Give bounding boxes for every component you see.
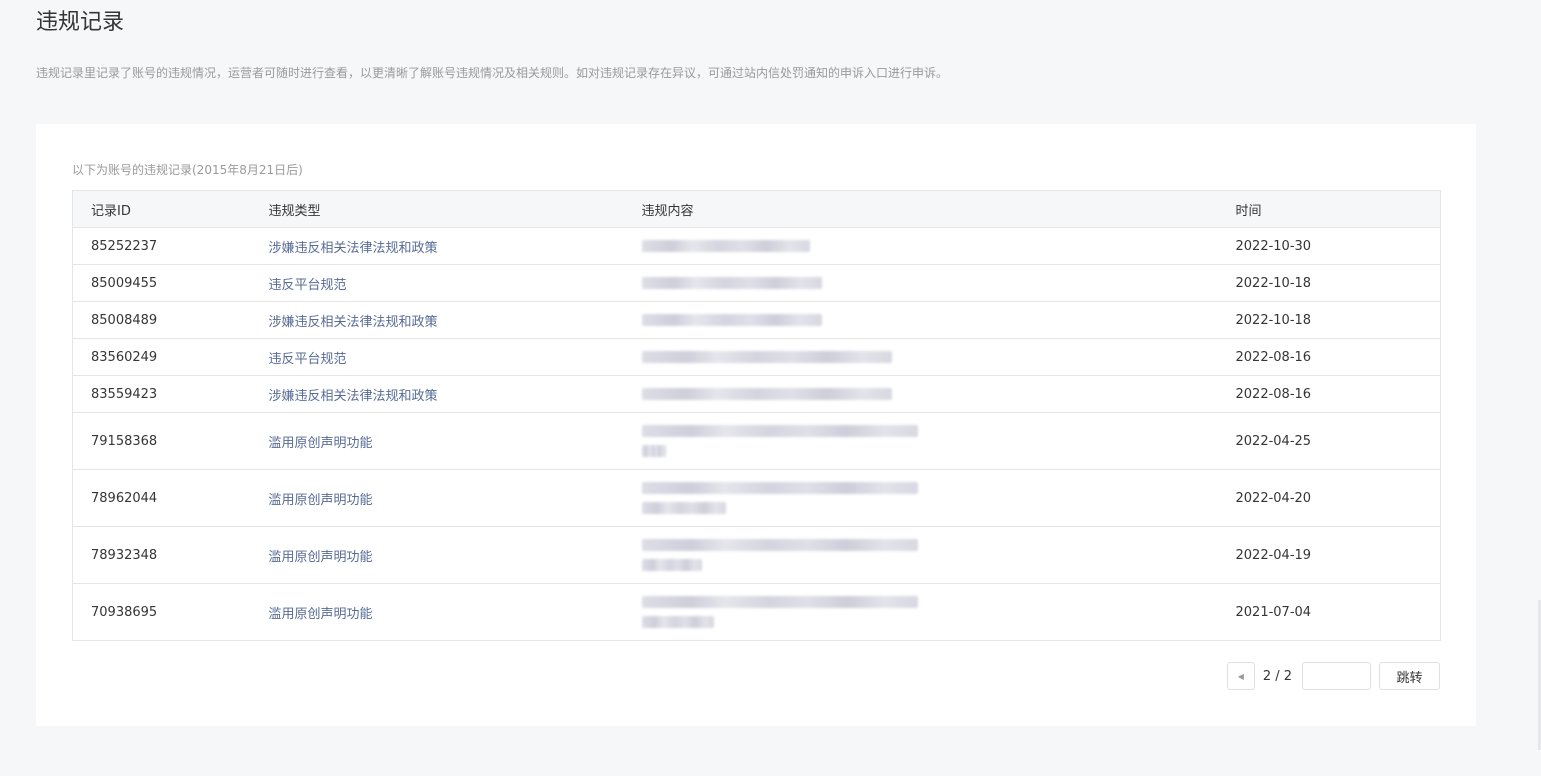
record-type: 滥用原创声明功能 <box>250 526 624 584</box>
table-row: 79158368 滥用原创声明功能 2022-04-25 <box>72 412 1441 470</box>
record-date: 2022-08-16 <box>1217 338 1441 376</box>
record-type: 涉嫌违反相关法律法规和政策 <box>250 227 624 265</box>
records-card: 以下为账号的违规记录(2015年8月21日后) 记录ID 违规类型 违规内容 时… <box>36 124 1476 726</box>
record-content-redacted <box>623 469 1218 527</box>
record-content-redacted <box>623 227 1218 265</box>
record-id: 78962044 <box>72 469 251 527</box>
record-type: 违反平台规范 <box>250 338 624 376</box>
table-row: 85252237 涉嫌违反相关法律法规和政策 2022-10-30 <box>72 227 1441 265</box>
record-date: 2022-04-20 <box>1217 469 1441 527</box>
record-id: 79158368 <box>72 412 251 470</box>
record-type: 违反平台规范 <box>250 264 624 302</box>
table-row: 85008489 涉嫌违反相关法律法规和政策 2022-10-18 <box>72 301 1441 339</box>
column-header-id: 记录ID <box>72 190 251 228</box>
record-content-redacted <box>623 583 1218 641</box>
page-jump-input[interactable] <box>1302 662 1371 690</box>
table-header-row: 记录ID 违规类型 违规内容 时间 <box>72 190 1441 228</box>
record-content-redacted <box>623 264 1218 302</box>
records-table: 记录ID 违规类型 违规内容 时间 85252237 涉嫌违反相关法律法规和政策… <box>72 190 1441 641</box>
record-id: 83560249 <box>72 338 251 376</box>
record-date: 2022-04-25 <box>1217 412 1441 470</box>
record-content-redacted <box>623 338 1218 376</box>
table-row: 70938695 滥用原创声明功能 2021-07-04 <box>72 583 1441 641</box>
page-indicator: 2 / 2 <box>1262 668 1292 684</box>
record-date: 2022-04-19 <box>1217 526 1441 584</box>
record-id: 85252237 <box>72 227 251 265</box>
record-type: 滥用原创声明功能 <box>250 412 624 470</box>
pagination: ◀ 2 / 2 跳转 <box>1226 662 1440 690</box>
record-type: 涉嫌违反相关法律法规和政策 <box>250 301 624 339</box>
table-row: 78932348 滥用原创声明功能 2022-04-19 <box>72 526 1441 584</box>
record-date: 2022-10-18 <box>1217 264 1441 302</box>
table-row: 83559423 涉嫌违反相关法律法规和政策 2022-08-16 <box>72 375 1441 413</box>
record-id: 85009455 <box>72 264 251 302</box>
column-header-content: 违规内容 <box>623 190 1218 228</box>
record-content-redacted <box>623 375 1218 413</box>
caret-left-icon: ◀ <box>1237 671 1244 681</box>
record-id: 83559423 <box>72 375 251 413</box>
record-content-redacted <box>623 301 1218 339</box>
jump-button[interactable]: 跳转 <box>1379 662 1440 690</box>
records-subtitle: 以下为账号的违规记录(2015年8月21日后) <box>72 163 303 177</box>
table-row: 83560249 违反平台规范 2022-08-16 <box>72 338 1441 376</box>
record-id: 85008489 <box>72 301 251 339</box>
record-date: 2022-08-16 <box>1217 375 1441 413</box>
record-content-redacted <box>623 526 1218 584</box>
record-content-redacted <box>623 412 1218 470</box>
record-date: 2022-10-30 <box>1217 227 1441 265</box>
record-date: 2022-10-18 <box>1217 301 1441 339</box>
record-type: 涉嫌违反相关法律法规和政策 <box>250 375 624 413</box>
table-row: 85009455 违反平台规范 2022-10-18 <box>72 264 1441 302</box>
column-header-time: 时间 <box>1217 190 1441 228</box>
page-title: 违规记录 <box>36 10 125 35</box>
prev-page-button[interactable]: ◀ <box>1226 662 1255 690</box>
page-description: 违规记录里记录了账号的违规情况，运营者可随时进行查看，以更清晰了解账号违规情况及… <box>36 66 949 80</box>
violation-records-page: 违规记录 违规记录里记录了账号的违规情况，运营者可随时进行查看，以更清晰了解账号… <box>0 0 1541 776</box>
record-type: 滥用原创声明功能 <box>250 583 624 641</box>
record-type: 滥用原创声明功能 <box>250 469 624 527</box>
column-header-type: 违规类型 <box>250 190 624 228</box>
record-id: 78932348 <box>72 526 251 584</box>
record-id: 70938695 <box>72 583 251 641</box>
record-date: 2021-07-04 <box>1217 583 1441 641</box>
table-row: 78962044 滥用原创声明功能 2022-04-20 <box>72 469 1441 527</box>
